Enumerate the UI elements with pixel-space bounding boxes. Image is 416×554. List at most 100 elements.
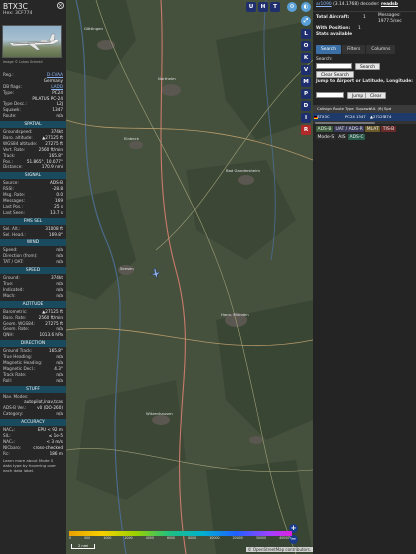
detail-label: Rc: (3, 450, 10, 456)
with-position-value: 1 (358, 26, 361, 31)
col-header-route[interactable]: Route (333, 105, 345, 113)
legend-tick: 30000 (255, 536, 267, 540)
section-header: DIRECTION (0, 340, 66, 348)
decoder-header: ar1090 (3.14.1768) decoder: readsb (313, 0, 416, 12)
row-altitude: ▲27125 (370, 114, 385, 119)
decoder-status[interactable]: readsb (381, 2, 398, 7)
map-button-u[interactable]: U (246, 2, 256, 12)
map-attribution[interactable]: © OpenStreetMap contributors. (245, 547, 313, 552)
detail-row: TAT / OAT: n/a (0, 259, 66, 265)
hex-label: Hex: (3, 11, 14, 16)
total-aircraft-label: Total Aircraft: (316, 15, 350, 20)
map-button-o[interactable]: O (301, 41, 311, 51)
detail-label: Roll: (3, 377, 13, 383)
map-button-h[interactable]: H (258, 2, 268, 12)
section-header: SPEED (0, 267, 66, 275)
source-badge: Mode-S (316, 134, 336, 140)
section-header: STUFF (0, 385, 66, 393)
row-squawk: 1347 (356, 114, 366, 119)
detail-label: Distance: (3, 164, 23, 170)
map-label: Witzenhausen (146, 411, 173, 416)
table-row[interactable]: BTX3C PC24 1347 ▲27125 374 (313, 113, 416, 121)
row-speed: 374 (384, 114, 392, 119)
section-header: SIGNAL (0, 172, 66, 180)
detail-row: Route: n/a (0, 113, 66, 119)
map-button-r[interactable]: R (301, 125, 311, 135)
aircraft-list-panel: ar1090 (3.14.1768) decoder: readsb Total… (313, 0, 416, 554)
settings-gear-icon[interactable]: ⚙ (287, 2, 297, 12)
detail-row: Distance: 170.9 nmi (0, 164, 66, 170)
jump-label: Jump to Airport or Latitude, Longitude: (316, 79, 413, 84)
detail-value: 1013.6 hPa (39, 332, 63, 338)
col-header-callsign[interactable]: Callsign (317, 105, 333, 113)
stats-block: Total Aircraft: 1 Messages: 1977.5/sec W… (313, 12, 416, 38)
legend-tick: 40000+ (279, 536, 292, 540)
detail-label: Reg.: (3, 72, 14, 77)
layers-icon[interactable]: ◐ (301, 2, 311, 12)
map-button-d[interactable]: D (301, 101, 311, 111)
legend-tick: 500 (84, 536, 91, 540)
search-controls: Search: Search Clear Search Jump to Airp… (313, 54, 416, 92)
section-header: WIND (0, 239, 66, 247)
tab-bar: Search Filters Columns (313, 45, 416, 54)
map-button-i[interactable]: I (301, 113, 311, 123)
map-button-l[interactable]: L (301, 29, 311, 39)
detail-label: Sel. Head.: (3, 231, 26, 237)
tab-columns[interactable]: Columns (366, 45, 396, 54)
map-button-k[interactable]: K (301, 53, 311, 63)
map-button-p[interactable]: P (301, 89, 311, 99)
stats-available-label[interactable]: Stats available (316, 32, 352, 37)
detail-label: Last Seen: (3, 209, 25, 215)
scrollbar-thumb[interactable] (315, 121, 375, 124)
altitude-legend-ticks: 0 500 1000 2000 4000 6000 8000 10000 20000 30000 4… (69, 536, 292, 540)
scale-bar: 2 nmi (71, 544, 96, 549)
messages-label: Messages: (378, 13, 401, 18)
jump-input[interactable] (316, 92, 344, 98)
detail-value: n/a (56, 377, 63, 383)
map-button-t[interactable]: T (270, 2, 280, 12)
tab-search[interactable]: Search (316, 45, 342, 54)
map-view[interactable]: Göttingen Northeim Einbeck Bad Gandershe… (66, 0, 313, 554)
detail-label: Route: (3, 113, 17, 119)
source-badge: ADS-C (348, 134, 366, 140)
map-button-m[interactable]: M (301, 77, 311, 87)
aircraft-details: Reg.: D-CVAA Germany DB flags: LADD Type: PC24… (0, 72, 66, 474)
detail-value: n/a (56, 292, 63, 298)
map-label: Seesen (120, 266, 134, 271)
map-button-v[interactable]: V (301, 65, 311, 75)
col-header-type[interactable]: Type (345, 105, 356, 113)
clear-button[interactable]: Clear (365, 91, 387, 99)
search-button[interactable]: Search (355, 62, 381, 70)
map-label: Hann. Münden (221, 312, 249, 317)
aircraft-photo[interactable] (2, 25, 62, 58)
section-header: ALTITUDE (0, 300, 66, 308)
legend-tick: 2000 (124, 536, 133, 540)
detail-row: Roll: n/a (0, 378, 66, 384)
decoder-link[interactable]: ar1090 (316, 2, 332, 7)
legend-tick: 4000 (145, 536, 154, 540)
search-input[interactable] (316, 63, 352, 69)
fullscreen-icon[interactable]: ⤢ (301, 16, 311, 26)
clear-search-button[interactable]: Clear Search (316, 71, 354, 78)
detail-value: n/a (56, 411, 63, 417)
close-icon[interactable]: × (57, 2, 64, 9)
detail-label: Mach: (3, 292, 16, 298)
legend-tick: 8000 (188, 536, 197, 540)
table-scrollbar[interactable] (313, 121, 416, 124)
detail-label: Type: (3, 89, 15, 95)
source-badge: ADS-B (316, 126, 333, 132)
source-badge: AIS (336, 134, 348, 140)
hex-code: 3CF774 (14, 11, 33, 16)
total-aircraft-value: 1 (363, 15, 366, 20)
callsign: BTX3C (3, 2, 28, 11)
col-header-altitude[interactable]: Alt. (ft) (370, 105, 384, 113)
legend-tick: 1000 (103, 536, 112, 540)
detail-value: 186 m (49, 450, 63, 456)
aircraft-info-panel: BTX3C Hex: 3CF774 × Image © Lukas Schmid… (0, 0, 66, 554)
col-header-squawk[interactable]: Squawk (356, 105, 371, 113)
source-legend: ADS-B UAT / ADS-R MLAT TIS-B Mode-S AIS ADS-C (316, 126, 416, 142)
map-label: Göttingen (84, 26, 103, 31)
tab-filters[interactable]: Filters (342, 45, 366, 54)
col-header-speed[interactable]: Spd (384, 105, 400, 113)
detail-value: 13.7 s (50, 209, 63, 215)
